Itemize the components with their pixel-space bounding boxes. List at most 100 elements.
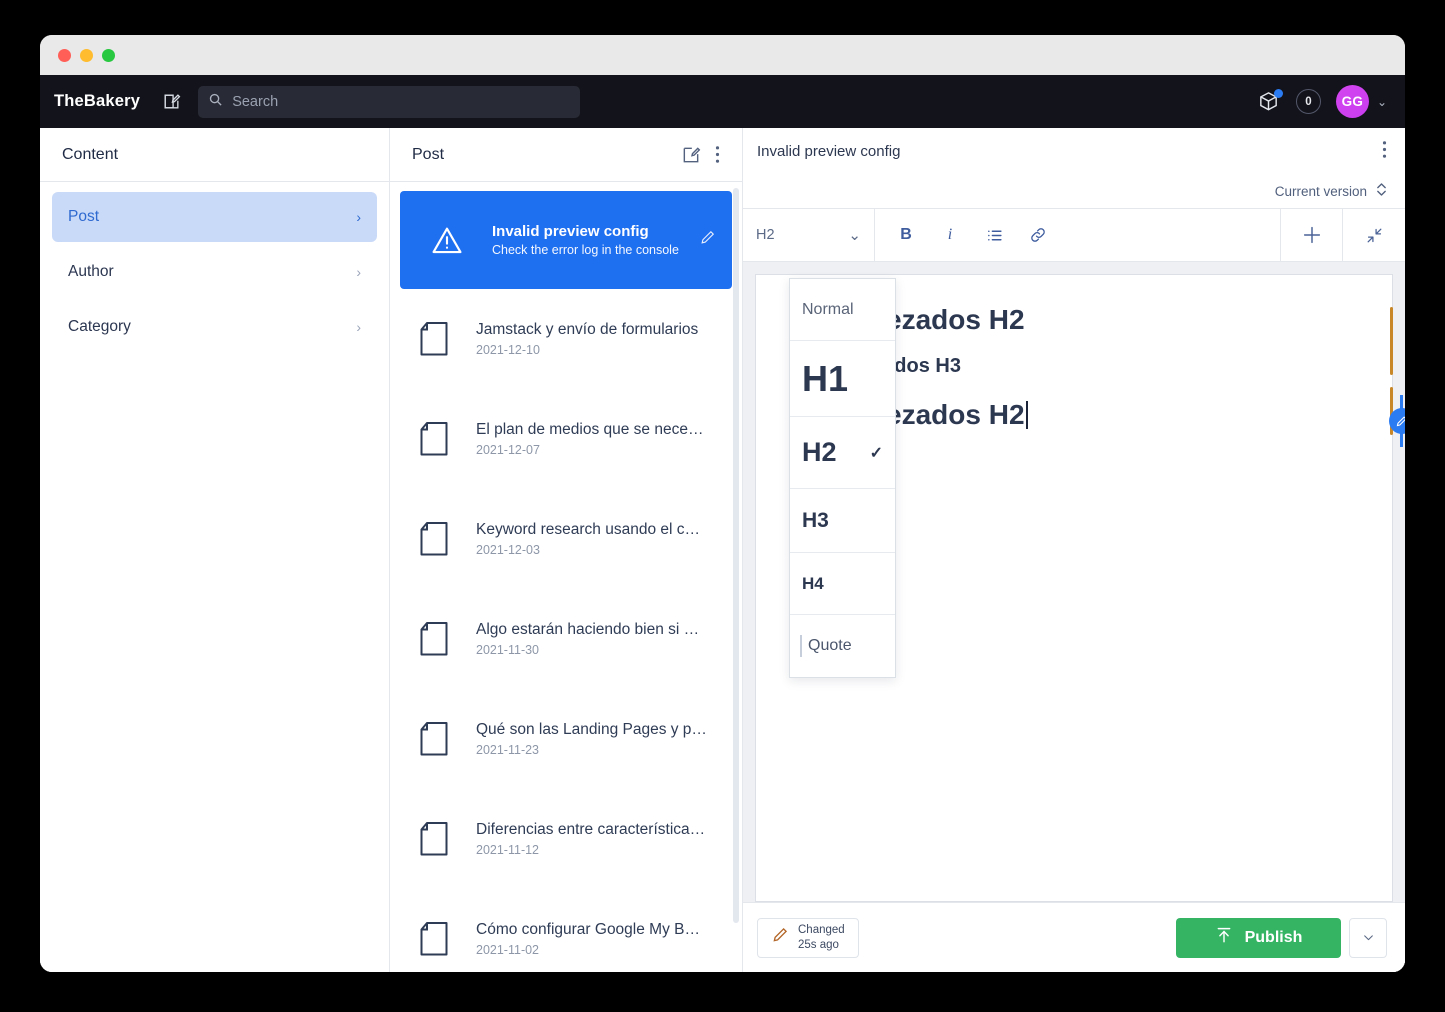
document-icon (420, 622, 448, 656)
search-bar[interactable] (198, 85, 581, 118)
app-window: TheBakery 0 (40, 35, 1405, 972)
alert-subtitle: Check the error log in the console (492, 243, 679, 257)
style-option-label: H2 (802, 437, 837, 467)
text-style-select[interactable]: H2 ⌄ (743, 209, 875, 261)
list-item-date: 2021-11-30 (476, 643, 540, 657)
list-item[interactable]: Cómo configurar Google My B… 2021-11-02 (390, 889, 742, 972)
list-item-title: Keyword research usando el c… (476, 521, 701, 538)
style-option-quote[interactable]: Quote (790, 615, 895, 677)
list-item[interactable]: Keyword research usando el c… 2021-12-03 (390, 489, 742, 589)
publish-button[interactable]: Publish (1176, 917, 1341, 958)
list-item[interactable]: El plan de medios que se nece… 2021-12-0… (390, 389, 742, 489)
style-option-label: H4 (802, 573, 824, 593)
editor-header: Invalid preview config (743, 128, 1405, 174)
style-option-h1[interactable]: H1 (790, 341, 895, 417)
style-option-h4[interactable]: H4 (790, 553, 895, 615)
post-list-scrollbar[interactable] (733, 188, 739, 923)
style-option-h3[interactable]: H3 (790, 489, 895, 553)
collapse-arrows-icon[interactable] (1343, 209, 1405, 261)
list-item-title: Cómo configurar Google My B… (476, 921, 700, 938)
list-item[interactable]: Qué son las Landing Pages y p… 2021-11-2… (390, 689, 742, 789)
close-window-button[interactable] (58, 48, 71, 62)
text-style-dropdown-menu: Normal H1 H2 ✓ H3 H4 Quote (789, 278, 896, 678)
alert-title: Invalid preview config (492, 223, 649, 240)
changed-label: Changed (798, 924, 845, 937)
document-icon (420, 822, 448, 856)
publish-options-button[interactable] (1349, 917, 1387, 958)
style-option-label: H3 (802, 508, 829, 532)
add-block-button[interactable] (1281, 209, 1343, 261)
changed-status-badge[interactable]: Changed 25s ago (757, 917, 859, 958)
chevron-right-icon: › (356, 264, 361, 280)
text-style-value: H2 (756, 227, 775, 243)
sidebar-header: Content (40, 128, 389, 182)
list-item-date: 2021-12-07 (476, 443, 540, 457)
style-option-label: Normal (802, 300, 854, 318)
sidebar-items: Post › Author › Category › (40, 182, 389, 352)
publish-arrow-icon (1215, 926, 1233, 949)
search-icon (208, 92, 223, 112)
document-icon (420, 322, 448, 356)
package-icon[interactable] (1257, 88, 1283, 114)
list-item[interactable]: Jamstack y envío de formularios 2021-12-… (390, 289, 742, 389)
pencil-icon (771, 926, 789, 949)
italic-button[interactable]: i (941, 226, 959, 244)
style-option-label: H1 (802, 357, 849, 399)
sidebar-item-post[interactable]: Post › (52, 192, 377, 242)
kebab-menu-icon[interactable] (1382, 140, 1387, 163)
version-selector[interactable]: Current version (743, 174, 1405, 208)
link-icon[interactable] (1029, 226, 1047, 244)
list-item-alert[interactable]: Invalid preview config Check the error l… (400, 191, 732, 289)
changed-time: 25s ago (798, 938, 839, 951)
formatting-tools: B i (875, 209, 1281, 261)
list-item-title: Algo estarán haciendo bien si … (476, 621, 700, 638)
sidebar-item-label: Post (68, 208, 100, 225)
editor-title: Invalid preview config (757, 142, 901, 160)
avatar[interactable]: GG (1335, 85, 1369, 118)
create-post-icon[interactable] (681, 145, 701, 165)
document-icon (420, 522, 448, 556)
style-option-h2[interactable]: H2 ✓ (790, 417, 895, 489)
compose-icon[interactable] (158, 89, 184, 115)
bullet-list-icon[interactable] (985, 227, 1003, 244)
topbar-actions: 0 GG ⌄ (1257, 75, 1387, 128)
post-list-title: Post (412, 145, 445, 163)
comment-marker (1388, 395, 1405, 447)
search-input[interactable] (232, 93, 571, 110)
bold-button[interactable]: B (897, 226, 915, 244)
list-item-title: El plan de medios que se nece… (476, 421, 704, 438)
window-titlebar (40, 35, 1405, 75)
list-item-title: Qué son las Landing Pages y p… (476, 721, 707, 738)
minimize-window-button[interactable] (80, 48, 93, 62)
list-item-title: Diferencias entre característica… (476, 821, 706, 838)
main-layout: Content Post › Author › Category › Post … (40, 128, 1405, 972)
sidebar-title: Content (62, 145, 119, 163)
notification-count-badge[interactable]: 0 (1295, 89, 1321, 114)
document-icon (420, 422, 448, 456)
list-item-date: 2021-11-23 (476, 743, 540, 757)
chevron-right-icon: › (356, 319, 361, 335)
sidebar-item-label: Author (68, 263, 114, 280)
style-option-normal[interactable]: Normal (790, 279, 895, 341)
text-caret (1025, 400, 1028, 429)
list-item-date: 2021-11-02 (476, 943, 540, 957)
chevron-right-icon: › (356, 209, 361, 225)
document-icon (420, 722, 448, 756)
package-badge-dot (1273, 88, 1283, 98)
kebab-menu-icon[interactable] (715, 145, 720, 164)
chevron-down-icon[interactable]: ⌄ (1377, 95, 1387, 109)
list-item-date: 2021-12-03 (476, 543, 540, 557)
sidebar-item-label: Category (68, 318, 131, 335)
sidebar-item-author[interactable]: Author › (52, 247, 377, 297)
change-marker (1390, 307, 1393, 375)
maximize-window-button[interactable] (102, 48, 115, 62)
content-sidebar: Content Post › Author › Category › (40, 128, 390, 972)
warning-triangle-icon (430, 223, 464, 257)
list-item-title: Jamstack y envío de formularios (476, 321, 699, 338)
list-item[interactable]: Algo estarán haciendo bien si … 2021-11-… (390, 589, 742, 689)
brand-logo[interactable]: TheBakery (54, 92, 140, 111)
list-item[interactable]: Diferencias entre característica… 2021-1… (390, 789, 742, 889)
sidebar-item-category[interactable]: Category › (52, 302, 377, 352)
post-list: Invalid preview config Check the error l… (390, 182, 742, 972)
pencil-icon[interactable] (699, 229, 716, 251)
